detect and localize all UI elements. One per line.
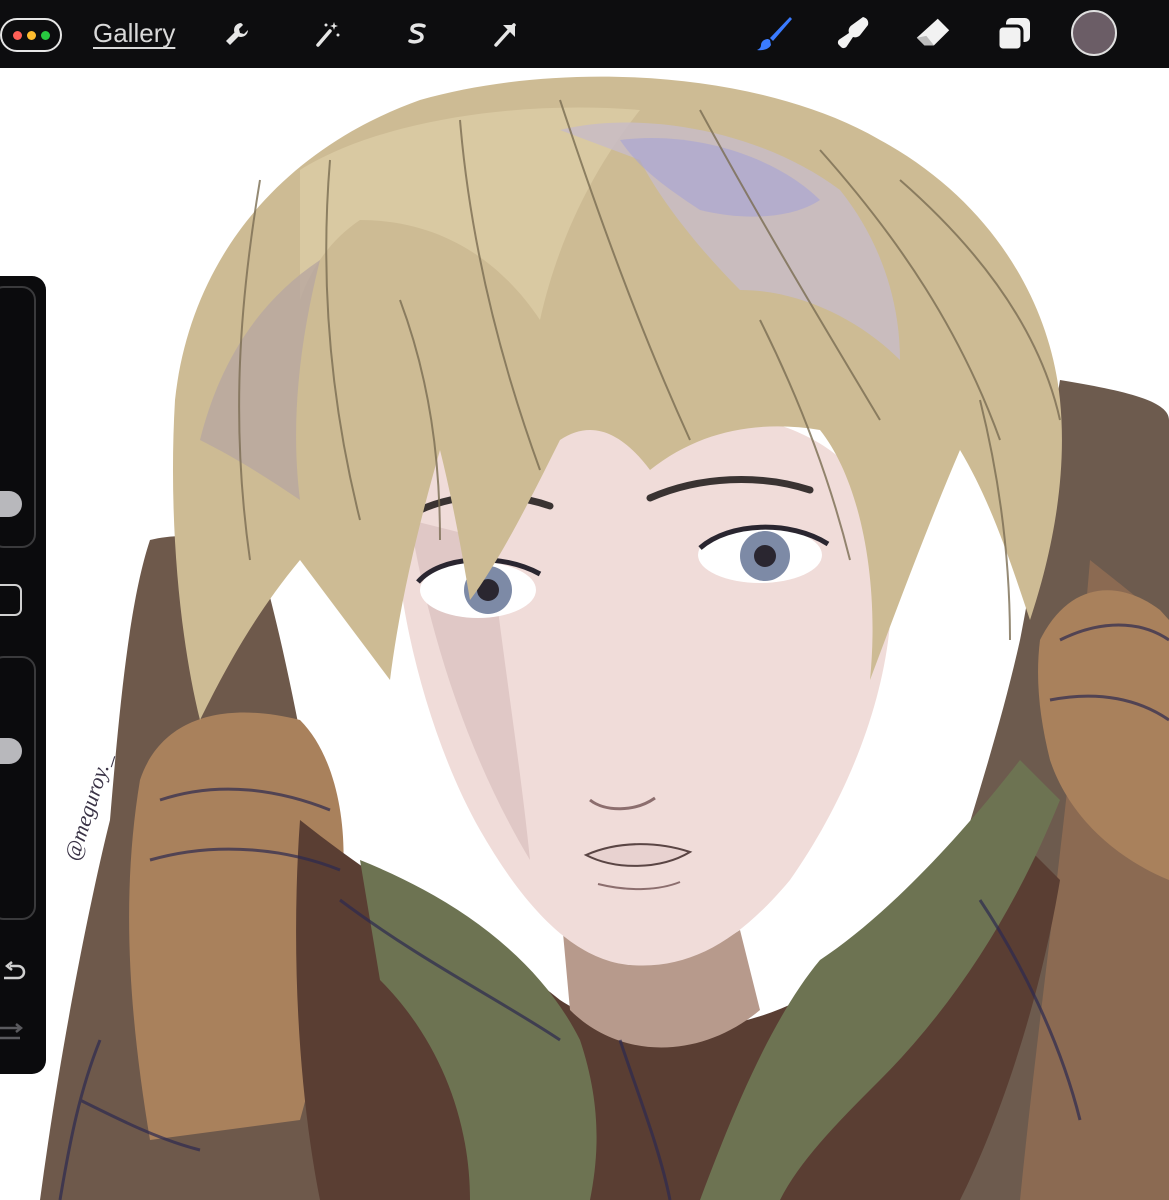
drawing-canvas[interactable]: @meguroy._ <box>0 68 1169 1200</box>
wrench-icon <box>226 23 248 45</box>
layers-icon <box>996 18 1030 52</box>
adjustments-button[interactable] <box>307 14 347 54</box>
opacity-knob[interactable] <box>0 738 22 764</box>
selection-button[interactable] <box>397 14 437 54</box>
brush-size-slider[interactable] <box>0 286 36 548</box>
smudge-button[interactable] <box>833 14 873 54</box>
menu-dot-yellow <box>26 30 36 40</box>
selection-s-icon <box>408 23 426 44</box>
opacity-slider[interactable] <box>0 656 36 920</box>
left-sidebar <box>0 276 46 1074</box>
eraser-button[interactable] <box>913 14 953 54</box>
brush-button[interactable] <box>754 14 794 54</box>
color-picker-button[interactable] <box>1071 10 1117 56</box>
menu-dots-button[interactable] <box>0 18 62 52</box>
arrow-cursor-icon <box>494 23 516 47</box>
brush-size-knob[interactable] <box>0 491 22 517</box>
brush-icon <box>757 17 792 51</box>
undo-icon[interactable] <box>0 958 30 988</box>
gallery-button[interactable]: Gallery <box>93 18 175 49</box>
layers-button[interactable] <box>994 14 1034 54</box>
actions-button[interactable] <box>217 14 257 54</box>
modify-button[interactable] <box>0 584 22 616</box>
eraser-icon <box>916 18 950 46</box>
transform-button[interactable] <box>485 14 525 54</box>
magic-wand-icon <box>316 22 340 47</box>
redo-icon[interactable] <box>0 1018 30 1048</box>
top-toolbar: Gallery <box>0 0 1169 68</box>
smudge-icon <box>837 17 869 49</box>
menu-dot-green <box>40 30 50 40</box>
menu-dot-red <box>12 30 22 40</box>
